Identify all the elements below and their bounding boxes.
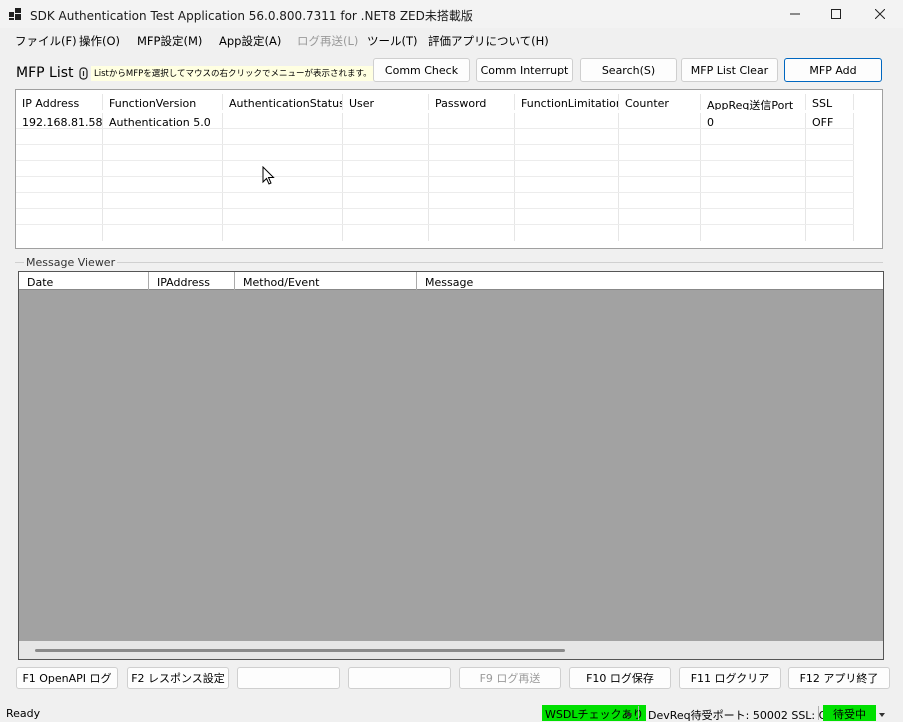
column-header[interactable]: FunctionVersion bbox=[103, 94, 223, 110]
waiting-status[interactable]: 待受中 bbox=[823, 705, 876, 721]
search-button[interactable]: Search(S) bbox=[580, 58, 677, 82]
message-viewer-title: Message Viewer bbox=[24, 256, 118, 269]
message-viewer-border bbox=[15, 262, 883, 263]
empty-grid-row bbox=[16, 129, 854, 145]
maximize-icon bbox=[831, 9, 841, 19]
empty-grid-row bbox=[16, 161, 854, 177]
f10-log-save-button[interactable]: F10 ログ保存 bbox=[569, 667, 671, 689]
menu-about[interactable]: 評価アプリについて(H) bbox=[428, 33, 549, 49]
column-header[interactable]: Counter bbox=[619, 94, 701, 110]
column-header[interactable]: IP Address bbox=[16, 94, 103, 110]
menu-tools[interactable]: ツール(T) bbox=[367, 33, 418, 49]
menu-app-settings[interactable]: App設定(A) bbox=[219, 33, 281, 49]
column-header[interactable]: Method/Event bbox=[235, 272, 417, 290]
cell-ssl: OFF bbox=[806, 113, 854, 128]
window-title: SDK Authentication Test Application 56.0… bbox=[30, 9, 473, 23]
message-viewer-grid[interactable]: Date IPAddress Method/Event Message bbox=[18, 271, 884, 660]
table-row[interactable]: 192.168.81.58 Authentication 5.0 0 OFF bbox=[16, 113, 854, 129]
column-header[interactable]: IPAddress bbox=[149, 272, 235, 290]
f1-openapi-log-button[interactable]: F1 OpenAPI ログ bbox=[16, 667, 118, 689]
mouse-cursor-icon bbox=[262, 166, 275, 185]
maximize-button[interactable] bbox=[813, 0, 859, 28]
empty-grid-row bbox=[16, 209, 854, 225]
empty-grid-row bbox=[16, 177, 854, 193]
column-header[interactable]: FunctionLimitation bbox=[515, 94, 619, 110]
f2-response-settings-button[interactable]: F2 レスポンス設定 bbox=[127, 667, 229, 689]
mfp-list-clear-button[interactable]: MFP List Clear bbox=[681, 58, 778, 82]
devreq-status: DevReq待受ポート: 50002 SSL: ON bbox=[648, 709, 836, 722]
hint-tooltip: ListからMFPを選択してマウスの右クリックでメニューが表示されます。 bbox=[91, 66, 375, 81]
close-button[interactable] bbox=[857, 0, 903, 28]
cell-password bbox=[429, 113, 515, 128]
column-header[interactable]: SSL bbox=[806, 94, 854, 110]
empty-grid-row bbox=[16, 225, 854, 241]
horizontal-scrollbar[interactable] bbox=[19, 641, 883, 659]
comm-interrupt-button[interactable]: Comm Interrupt bbox=[476, 58, 573, 82]
app-icon bbox=[9, 8, 21, 20]
status-bar: Ready WSDLチェックあり DevReq待受ポート: 50002 SSL:… bbox=[0, 703, 903, 722]
mfp-add-button[interactable]: MFP Add bbox=[784, 58, 882, 82]
menu-log-resend[interactable]: ログ再送(L) bbox=[297, 33, 358, 49]
cell-function-limitation bbox=[515, 113, 619, 128]
empty-grid-row bbox=[16, 193, 854, 209]
f12-app-exit-button[interactable]: F12 アプリ終了 bbox=[788, 667, 890, 689]
close-icon bbox=[875, 9, 885, 19]
menu-mfp-settings[interactable]: MFP設定(M) bbox=[137, 33, 202, 49]
cell-appreq-port: 0 bbox=[701, 113, 806, 128]
message-viewer-header: Date IPAddress Method/Event Message bbox=[19, 272, 883, 290]
status-separator bbox=[638, 706, 639, 720]
f3-empty-button[interactable] bbox=[237, 667, 340, 689]
status-separator bbox=[818, 706, 819, 720]
grid-header-row: IP Address FunctionVersion Authenticatio… bbox=[16, 94, 854, 110]
column-header[interactable]: Message bbox=[417, 272, 883, 290]
cell-authentication-status bbox=[223, 113, 343, 128]
menu-bar: ファイル(F) 操作(O) MFP設定(M) App設定(A) ログ再送(L) … bbox=[0, 29, 903, 51]
scrollbar-thumb[interactable] bbox=[35, 649, 565, 652]
empty-grid-row bbox=[16, 145, 854, 161]
cell-counter bbox=[619, 113, 701, 128]
mfp-list-grid[interactable]: IP Address FunctionVersion Authenticatio… bbox=[15, 89, 883, 249]
title-bar: SDK Authentication Test Application 56.0… bbox=[0, 0, 903, 28]
info-icon bbox=[79, 67, 88, 80]
mfp-list-title: MFP List bbox=[16, 65, 74, 81]
menu-operation[interactable]: 操作(O) bbox=[79, 33, 120, 49]
column-header[interactable]: Password bbox=[429, 94, 515, 110]
f11-log-clear-button[interactable]: F11 ログクリア bbox=[679, 667, 781, 689]
f9-log-resend-button[interactable]: F9 ログ再送 bbox=[459, 667, 561, 689]
cell-user bbox=[343, 113, 429, 128]
column-header[interactable]: Date bbox=[19, 272, 149, 290]
dropdown-arrow-icon[interactable] bbox=[879, 713, 885, 717]
column-header[interactable]: AuthenticationStatus bbox=[223, 94, 343, 110]
minimize-button[interactable] bbox=[772, 0, 818, 28]
minimize-icon bbox=[790, 13, 800, 15]
dropdown-arrow-icon[interactable] bbox=[626, 713, 632, 717]
cell-function-version: Authentication 5.0 bbox=[103, 113, 223, 128]
f4-empty-button[interactable] bbox=[348, 667, 451, 689]
menu-file[interactable]: ファイル(F) bbox=[15, 33, 77, 49]
column-header[interactable]: User bbox=[343, 94, 429, 110]
status-ready: Ready bbox=[6, 707, 41, 720]
column-header[interactable]: AppReq送信Port bbox=[701, 94, 806, 110]
comm-check-button[interactable]: Comm Check bbox=[373, 58, 470, 82]
cell-ip-address: 192.168.81.58 bbox=[16, 113, 103, 128]
